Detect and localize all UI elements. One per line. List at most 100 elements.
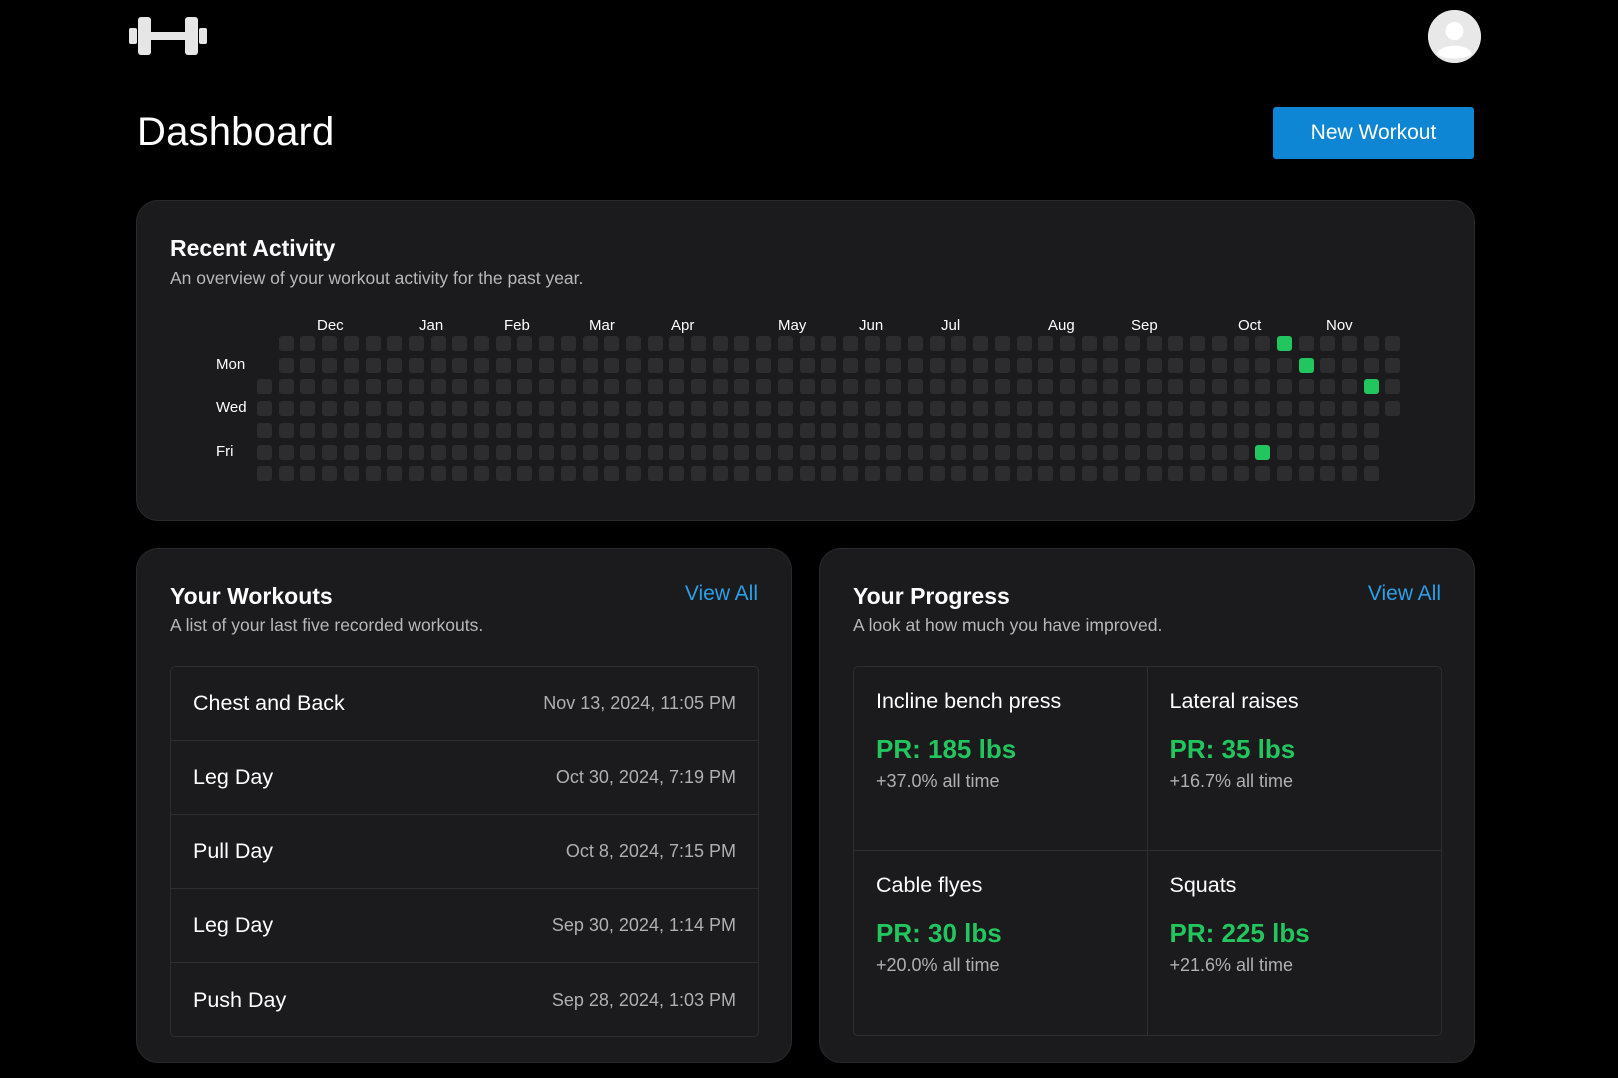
activity-cell[interactable]: [929, 422, 945, 438]
activity-cell[interactable]: [777, 401, 793, 417]
activity-cell[interactable]: [300, 379, 316, 395]
activity-cell[interactable]: [560, 466, 576, 482]
activity-cell[interactable]: [322, 336, 338, 351]
activity-cell[interactable]: [1211, 444, 1227, 460]
activity-cell[interactable]: [604, 357, 620, 373]
activity-cell[interactable]: [604, 466, 620, 482]
activity-cell[interactable]: [886, 357, 902, 373]
activity-cell[interactable]: [1211, 422, 1227, 438]
activity-cell[interactable]: [343, 336, 359, 351]
activity-cell[interactable]: [1385, 357, 1401, 373]
workouts-view-all-link[interactable]: View All: [685, 582, 758, 606]
activity-cell[interactable]: [1059, 401, 1075, 417]
activity-cell[interactable]: [1298, 444, 1314, 460]
activity-cell[interactable]: [994, 401, 1010, 417]
activity-cell[interactable]: [278, 466, 294, 482]
activity-cell[interactable]: [1276, 357, 1292, 373]
activity-cell[interactable]: [951, 401, 967, 417]
activity-cell[interactable]: [973, 336, 989, 351]
activity-cell[interactable]: [973, 401, 989, 417]
workout-row[interactable]: Push Day Sep 28, 2024, 1:03 PM: [171, 963, 758, 1036]
activity-cell[interactable]: [1190, 422, 1206, 438]
activity-cell[interactable]: [1081, 379, 1097, 395]
activity-cell[interactable]: [582, 379, 598, 395]
activity-cell[interactable]: [452, 444, 468, 460]
activity-cell[interactable]: [1211, 401, 1227, 417]
activity-cell[interactable]: [430, 379, 446, 395]
activity-cell[interactable]: [1363, 422, 1379, 438]
activity-cell[interactable]: [973, 444, 989, 460]
activity-cell[interactable]: [1298, 379, 1314, 395]
activity-cell[interactable]: [517, 422, 533, 438]
activity-cell[interactable]: [1320, 444, 1336, 460]
activity-cell[interactable]: [625, 336, 641, 351]
activity-cell[interactable]: [1016, 336, 1032, 351]
activity-cell[interactable]: [712, 401, 728, 417]
activity-cell[interactable]: [1146, 401, 1162, 417]
activity-cell[interactable]: [343, 444, 359, 460]
activity-cell[interactable]: [365, 444, 381, 460]
activity-cell[interactable]: [1081, 401, 1097, 417]
activity-cell[interactable]: [908, 422, 923, 438]
activity-cell[interactable]: [495, 466, 511, 482]
activity-cell[interactable]: [777, 466, 793, 482]
activity-cell[interactable]: [886, 466, 902, 482]
activity-cell[interactable]: [669, 401, 685, 417]
activity-cell[interactable]: [799, 466, 815, 482]
activity-cell[interactable]: [669, 422, 685, 438]
activity-cell[interactable]: [951, 357, 967, 373]
activity-cell[interactable]: [864, 422, 880, 438]
activity-cell[interactable]: [604, 401, 620, 417]
activity-cell[interactable]: [343, 357, 359, 373]
activity-cell[interactable]: [1146, 336, 1162, 351]
activity-cell[interactable]: [842, 379, 858, 395]
activity-cell[interactable]: [1038, 379, 1054, 395]
activity-cell[interactable]: [322, 357, 338, 373]
activity-cell[interactable]: [1320, 336, 1336, 351]
activity-cell[interactable]: [929, 401, 945, 417]
activity-cell[interactable]: [1125, 422, 1140, 438]
activity-cell[interactable]: [1125, 357, 1140, 373]
workout-row[interactable]: Pull Day Oct 8, 2024, 7:15 PM: [171, 815, 758, 889]
activity-cell[interactable]: [691, 466, 706, 482]
activity-cell[interactable]: [387, 444, 403, 460]
activity-cell[interactable]: [756, 401, 772, 417]
activity-cell[interactable]: [864, 357, 880, 373]
activity-cell[interactable]: [278, 379, 294, 395]
activity-cell[interactable]: [821, 336, 837, 351]
activity-cell[interactable]: [474, 444, 489, 460]
activity-cell[interactable]: [474, 357, 489, 373]
activity-cell[interactable]: [1211, 379, 1227, 395]
activity-cell[interactable]: [1103, 444, 1119, 460]
activity-cell[interactable]: [1016, 379, 1032, 395]
activity-cell[interactable]: [712, 357, 728, 373]
activity-cell[interactable]: [1298, 401, 1314, 417]
activity-cell[interactable]: [625, 444, 641, 460]
activity-cell[interactable]: [300, 422, 316, 438]
activity-cell[interactable]: [517, 379, 533, 395]
activity-cell[interactable]: [777, 444, 793, 460]
activity-cell[interactable]: [1255, 444, 1271, 460]
activity-cell[interactable]: [387, 379, 403, 395]
activity-cell[interactable]: [452, 379, 468, 395]
activity-cell[interactable]: [539, 466, 555, 482]
activity-cell[interactable]: [1168, 466, 1184, 482]
activity-cell[interactable]: [886, 401, 902, 417]
activity-cell[interactable]: [908, 379, 923, 395]
activity-cell[interactable]: [408, 401, 424, 417]
activity-cell[interactable]: [799, 401, 815, 417]
activity-cell[interactable]: [1298, 466, 1314, 482]
activity-cell[interactable]: [994, 444, 1010, 460]
activity-cell[interactable]: [452, 357, 468, 373]
activity-cell[interactable]: [322, 401, 338, 417]
activity-cell[interactable]: [1320, 379, 1336, 395]
activity-cell[interactable]: [951, 422, 967, 438]
activity-cell[interactable]: [560, 336, 576, 351]
activity-cell[interactable]: [1342, 466, 1357, 482]
activity-cell[interactable]: [734, 422, 750, 438]
activity-cell[interactable]: [691, 357, 706, 373]
activity-cell[interactable]: [821, 357, 837, 373]
activity-cell[interactable]: [756, 336, 772, 351]
activity-cell[interactable]: [1103, 466, 1119, 482]
activity-cell[interactable]: [604, 336, 620, 351]
